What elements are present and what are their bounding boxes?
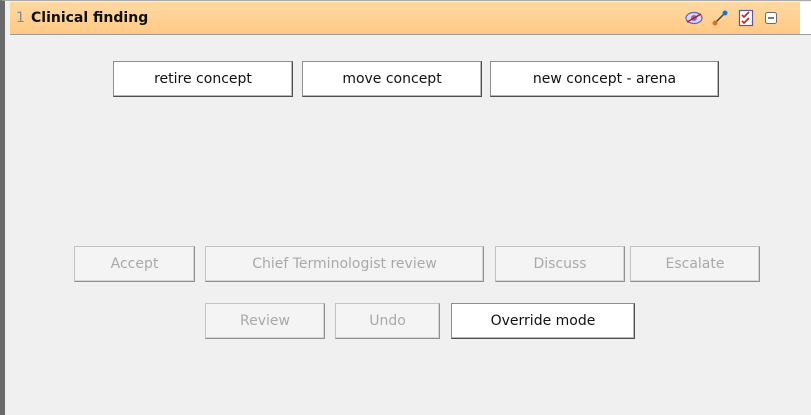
new-concept-arena-button[interactable]: new concept - arena: [490, 61, 719, 97]
panel-header: 1 Clinical finding: [10, 2, 811, 35]
checklist-icon[interactable]: [737, 9, 755, 27]
view-icon[interactable]: [685, 9, 703, 27]
link-icon[interactable]: [711, 9, 729, 27]
escalate-button[interactable]: Escalate: [630, 246, 760, 282]
collapse-icon[interactable]: [762, 9, 780, 27]
move-concept-button[interactable]: move concept: [302, 61, 482, 97]
concept-panel: 1 Clinical finding retire concept move c…: [0, 0, 811, 415]
panel-title: Clinical finding: [31, 10, 149, 26]
discuss-button[interactable]: Discuss: [495, 246, 625, 282]
retire-concept-button[interactable]: retire concept: [113, 61, 293, 97]
panel-index: 1: [16, 10, 25, 26]
review-button[interactable]: Review: [205, 303, 325, 339]
undo-button[interactable]: Undo: [335, 303, 440, 339]
accept-button[interactable]: Accept: [74, 246, 195, 282]
chief-terminologist-review-button[interactable]: Chief Terminologist review: [205, 246, 484, 282]
override-mode-button[interactable]: Override mode: [451, 303, 635, 339]
